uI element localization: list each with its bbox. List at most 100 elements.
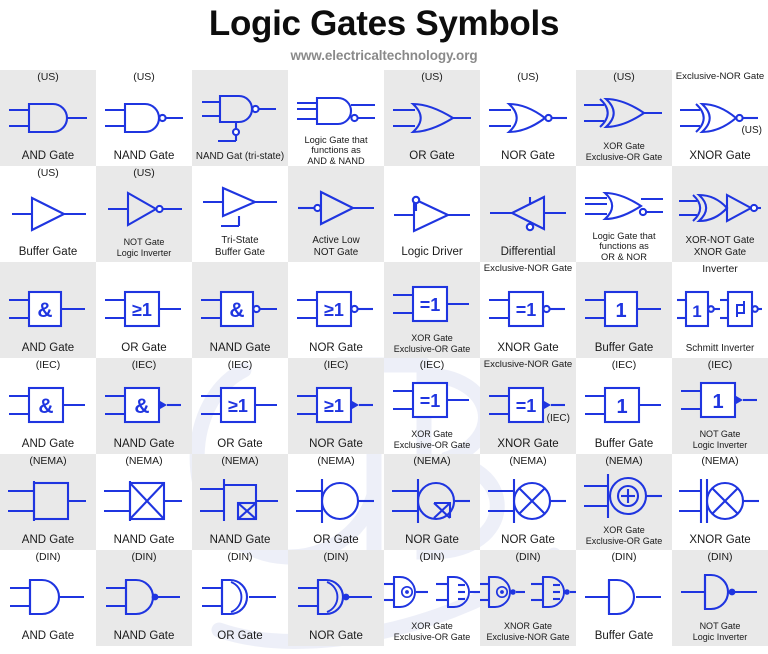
gate-cell-din-and-gate: (DIN) AND Gate [0, 550, 96, 646]
differential-icon [481, 181, 575, 246]
gate-caption: XNOR Gate [497, 342, 559, 354]
gate-cell-nand-gate-us: (US) NAND Gate [96, 70, 192, 166]
gate-cell-nema-or-gate: (NEMA) OR Gate [288, 454, 384, 550]
buffer-gate-us-icon [1, 181, 95, 246]
gate-caption: NOR Gate [309, 342, 363, 354]
iec-xor-gate-icon: =1 [385, 373, 479, 429]
gate-cell-din-nor-gate: (DIN) NOR Gate [288, 550, 384, 646]
svg-text:=1: =1 [516, 396, 537, 416]
gate-cell-iec-or-gate: (IEC) ≥1 OR Gate [192, 358, 288, 454]
gate-caption: NOR Gate [405, 534, 459, 546]
gate-caption: XNOR Gate [689, 534, 751, 546]
gate-standard-label: (NEMA) [29, 455, 67, 467]
or-gate-rect-ge1-icon: ≥1 [97, 277, 191, 342]
gate-cell-nand-gate-rect-amp: & NAND Gate [192, 262, 288, 358]
gate-caption: Buffer Gate [594, 438, 654, 450]
gate-caption: NOT Gate Logic Inverter [692, 621, 748, 642]
svg-text:1: 1 [615, 300, 626, 322]
gate-cell-schmitt-inverter: Inverter 1 Schmitt Inverter [672, 262, 768, 358]
tristate-buffer-gate-icon [193, 181, 287, 235]
nand-gate-tristate-icon [193, 85, 287, 151]
gate-cell-active-low-not-gate: Active Low NOT Gate [288, 166, 384, 262]
gate-standard-label: (DIN) [131, 551, 157, 563]
gate-standard-label: (US) [421, 71, 443, 83]
gate-cell-nema-xnor-gate: (NEMA) XNOR Gate [672, 454, 768, 550]
gate-standard-label: (US) [517, 71, 539, 83]
svg-text:&: & [229, 299, 244, 322]
din-buffer-gate-icon [577, 565, 671, 630]
iec-xnor-gate-icon: =1 [481, 373, 575, 438]
gate-caption: AND Gate [21, 150, 75, 162]
gate-caption: Buffer Gate [18, 246, 78, 258]
gate-cell-din-buffer-gate: (DIN) Buffer Gate [576, 550, 672, 646]
gate-caption: NAND Gat (tri-state) [195, 151, 285, 162]
gate-standard-label: (DIN) [323, 551, 349, 563]
svg-text:≥1: ≥1 [324, 396, 344, 416]
gate-caption: Logic Driver [401, 246, 463, 258]
iec-or-gate-icon: ≥1 [193, 373, 287, 438]
gate-cell-iec-nor-gate: (IEC) ≥1 NOR Gate [288, 358, 384, 454]
gate-standard-label: (NEMA) [125, 455, 163, 467]
gate-cell-nor-gate-us: (US) NOR Gate [480, 70, 576, 166]
din-xnor-gate-icon [480, 565, 576, 621]
gate-cell-and-gate-us: (US) AND Gate [0, 70, 96, 166]
gate-standard-label: Inverter [702, 263, 738, 275]
gate-caption: NOT Gate Logic Inverter [116, 237, 172, 258]
gate-caption: XNOR Gate [689, 150, 751, 162]
gate-standard-label: (NEMA) [317, 455, 355, 467]
gate-standard-label: (DIN) [611, 551, 637, 563]
gate-caption: Active Low NOT Gate [312, 235, 360, 258]
nema-nand-gate-alt-icon [193, 469, 287, 534]
not-gate-us-icon [97, 181, 191, 237]
gate-standard-label: (DIN) [515, 551, 541, 563]
gate-standard-label: (IEC) [323, 359, 349, 371]
gate-cell-buffer-gate-us: (US) Buffer Gate [0, 166, 96, 262]
gate-caption: Schmitt Inverter [685, 343, 755, 354]
gate-cell-xor-not-gate: XOR-NOT Gate XNOR Gate [672, 166, 768, 262]
svg-text:=1: =1 [420, 391, 441, 411]
gate-standard-subnote: (IEC) [546, 413, 570, 424]
svg-text:=1: =1 [420, 295, 441, 315]
gate-standard-label: Exclusive-NOR Gate [675, 71, 765, 82]
active-low-not-gate-icon [289, 181, 383, 235]
gate-cell-din-xor-gate: (DIN) XOR Gate Exclusive-OR Gate [384, 550, 480, 646]
nand-gate-rect-amp-icon: & [193, 277, 287, 342]
gate-cell-din-xnor-gate: (DIN) XNOR Gate Exclusive-NOR Gate [480, 550, 576, 646]
gate-cell-buffer-gate-rect-1: 1 Buffer Gate [576, 262, 672, 358]
iec-nand-gate-icon: & [97, 373, 191, 438]
gate-standard-label: (DIN) [227, 551, 253, 563]
gate-caption: NAND Gate [113, 630, 175, 642]
gate-standard-label: (IEC) [611, 359, 637, 371]
gate-standard-label: (NEMA) [605, 455, 643, 467]
nema-or-gate-icon [289, 469, 383, 534]
gate-standard-label: (IEC) [707, 359, 733, 371]
nor-gate-us-icon [481, 85, 575, 150]
gate-cell-xor-gate-rect-eq1: =1 XOR Gate Exclusive-OR Gate [384, 262, 480, 358]
gate-caption: NAND Gate [209, 534, 271, 546]
gate-caption: AND Gate [21, 342, 75, 354]
xnor-gate-us-icon [673, 85, 767, 150]
gate-standard-label: (US) [133, 167, 155, 179]
gate-cell-xnor-gate-rect-eq1: Exclusive-NOR Gate =1 XNOR Gate [480, 262, 576, 358]
din-and-gate-icon [1, 565, 95, 630]
gate-caption: XNOR Gate Exclusive-NOR Gate [486, 621, 570, 642]
gate-caption: OR Gate [313, 534, 359, 546]
gate-caption: NOR Gate [309, 438, 363, 450]
gate-caption: OR Gate [409, 150, 455, 162]
gate-cell-iec-buffer-gate: (IEC) 1 Buffer Gate [576, 358, 672, 454]
buffer-gate-rect-1-icon: 1 [577, 277, 671, 342]
nema-xor-gate-icon [577, 469, 671, 525]
gate-standard-label: (IEC) [419, 359, 445, 371]
gate-standard-label: (IEC) [35, 359, 61, 371]
gate-standard-label: (NEMA) [701, 455, 739, 467]
gate-standard-label: (US) [37, 71, 59, 83]
gate-caption: NOR Gate [501, 534, 555, 546]
and-gate-rect-amp-icon: & [1, 277, 95, 342]
gate-cell-iec-xnor-gate: Exclusive-NOR Gate =1 XNOR Gate (IEC) [480, 358, 576, 454]
gate-caption: NAND Gate [113, 534, 175, 546]
gate-caption: NOT Gate Logic Inverter [692, 429, 748, 450]
gate-cell-din-nand-gate: (DIN) NAND Gate [96, 550, 192, 646]
din-nand-gate-icon [97, 565, 191, 630]
gate-cell-iec-not-gate: (IEC) 1 NOT Gate Logic Inverter [672, 358, 768, 454]
gate-caption: XOR Gate Exclusive-OR Gate [393, 333, 471, 354]
